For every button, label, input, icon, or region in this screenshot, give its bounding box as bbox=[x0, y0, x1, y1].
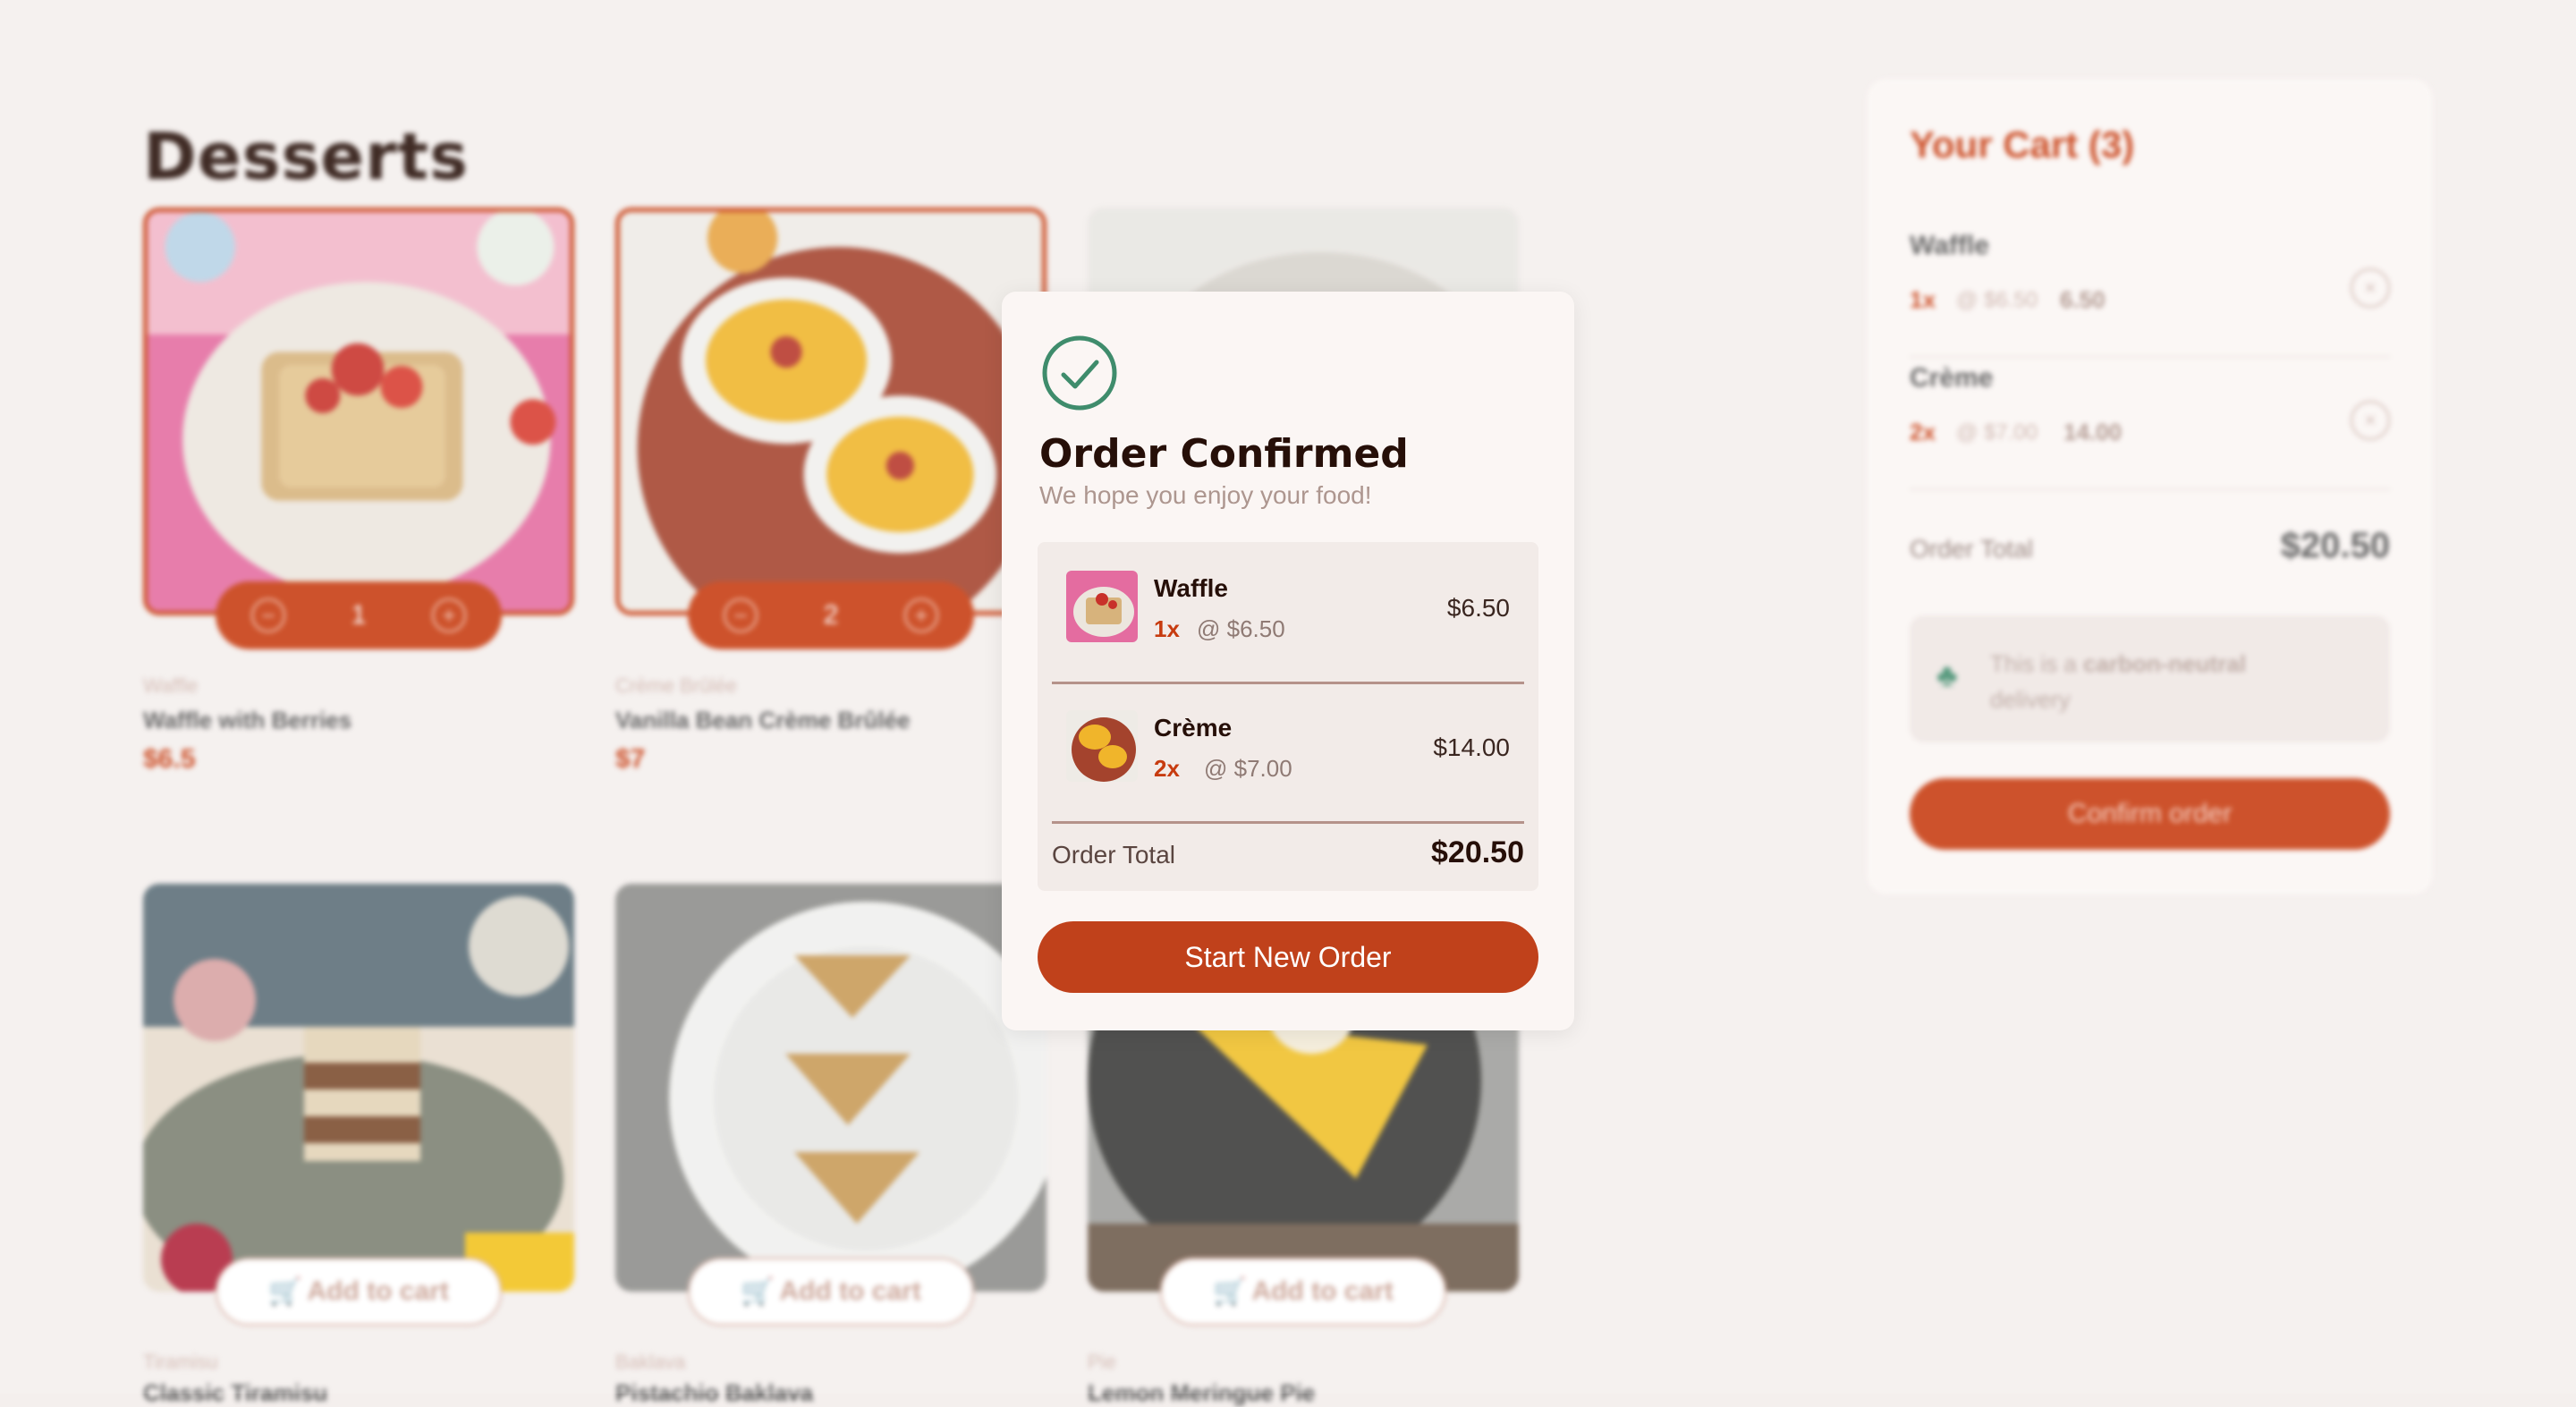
order-total-value: $20.50 bbox=[1431, 835, 1524, 869]
order-item: Crème 2x @ $7.00 $14.00 bbox=[1052, 682, 1524, 824]
order-item-qty: 1x bbox=[1154, 615, 1180, 642]
check-circle-icon bbox=[1042, 335, 1117, 411]
order-item-unit: @ $7.00 bbox=[1204, 755, 1292, 782]
order-item-total: $6.50 bbox=[1446, 594, 1510, 622]
order-item-unit: @ $6.50 bbox=[1197, 615, 1285, 642]
order-confirmed-modal: Order Confirmed We hope you enjoy your f… bbox=[1002, 292, 1574, 1030]
order-item: Waffle 1x @ $6.50 $6.50 bbox=[1052, 542, 1524, 684]
modal-title: Order Confirmed bbox=[1039, 431, 1409, 477]
order-total-label: Order Total bbox=[1052, 841, 1175, 869]
order-item-total: $14.00 bbox=[1433, 733, 1510, 761]
order-item-name: Crème bbox=[1154, 714, 1233, 742]
order-item-name: Waffle bbox=[1154, 574, 1228, 602]
order-item-qty: 2x bbox=[1154, 755, 1180, 782]
order-item-thumbnail bbox=[1066, 710, 1138, 782]
order-item-thumbnail bbox=[1066, 571, 1138, 642]
modal-subtitle: We hope you enjoy your food! bbox=[1039, 481, 1372, 509]
start-new-order-button[interactable]: Start New Order bbox=[1038, 921, 1538, 993]
order-summary: Waffle 1x @ $6.50 $6.50 Crème 2x @ $7.00… bbox=[1038, 542, 1538, 891]
